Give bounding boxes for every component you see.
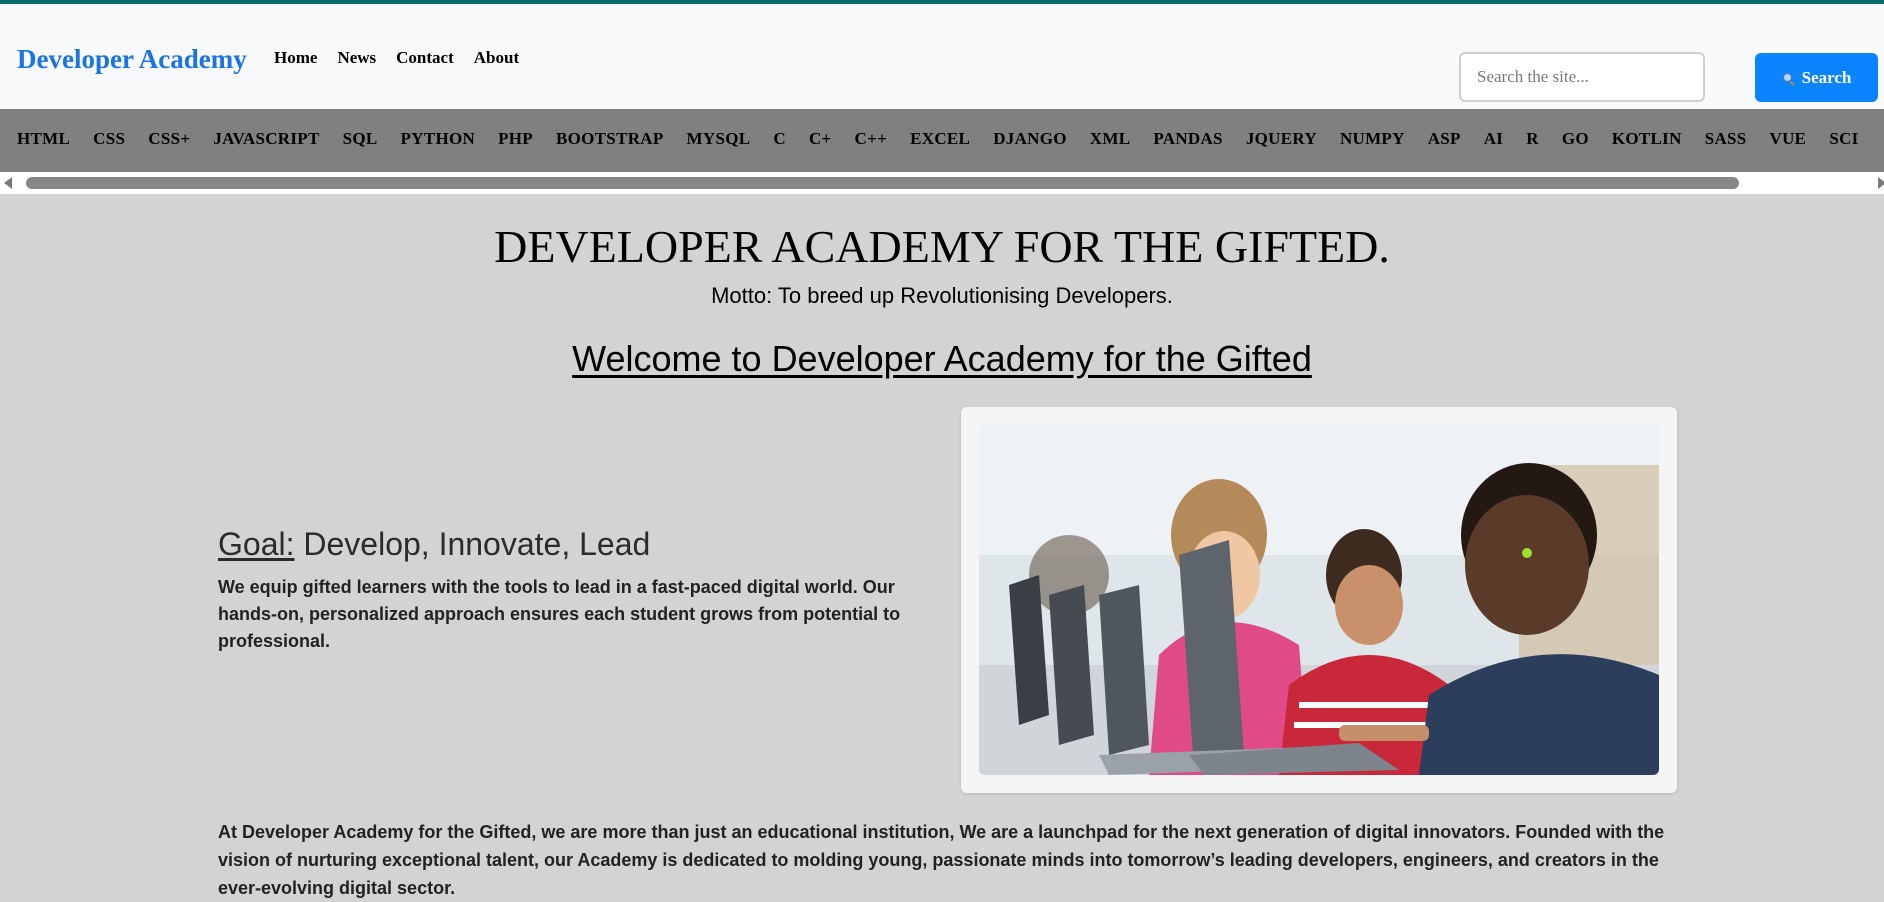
category-link-kotlin[interactable]: KOTLIN bbox=[1612, 129, 1682, 149]
category-link-ai[interactable]: AI bbox=[1484, 129, 1504, 149]
category-link-jquery[interactable]: JQUERY bbox=[1246, 129, 1317, 149]
horizontal-scrollbar[interactable] bbox=[0, 172, 1884, 194]
category-link-go[interactable]: GO bbox=[1562, 129, 1589, 149]
welcome-heading: Welcome to Developer Academy for the Gif… bbox=[572, 338, 1312, 379]
category-link-sci[interactable]: SCI bbox=[1829, 129, 1858, 149]
category-link-sass[interactable]: SASS bbox=[1705, 129, 1747, 149]
nav-contact-link[interactable]: Contact bbox=[396, 48, 454, 68]
goal-description: We equip gifted learners with the tools … bbox=[218, 577, 901, 651]
category-nav-bar: HTML CSS CSS+ JAVASCRIPT SQL PYTHON PHP BOOTSTR… bbox=[0, 109, 1884, 172]
category-link-numpy[interactable]: NUMPY bbox=[1340, 129, 1405, 149]
photo-card bbox=[961, 407, 1677, 793]
classroom-illustration bbox=[979, 425, 1659, 775]
search-button-label: Search bbox=[1801, 67, 1852, 87]
category-link-html[interactable]: HTML bbox=[17, 129, 70, 149]
search-input[interactable] bbox=[1459, 52, 1705, 102]
category-link-pandas[interactable]: PANDAS bbox=[1153, 129, 1223, 149]
magnifying-glass-icon bbox=[1781, 71, 1794, 84]
search-button[interactable]: Search bbox=[1755, 53, 1878, 102]
category-link-javascript[interactable]: JAVASCRIPT bbox=[213, 129, 319, 149]
category-link-cplusplus[interactable]: C++ bbox=[855, 129, 888, 149]
scroll-right-arrow-icon[interactable] bbox=[1878, 177, 1884, 189]
main-nav: Home News Contact About bbox=[274, 48, 519, 68]
category-link-c[interactable]: C bbox=[773, 129, 786, 149]
category-nav-items: HTML CSS CSS+ JAVASCRIPT SQL PYTHON PHP BOOTSTR… bbox=[17, 129, 1859, 149]
scrollbar-thumb[interactable] bbox=[26, 177, 1739, 189]
goal-label: Goal: bbox=[218, 526, 295, 562]
category-link-bootstrap[interactable]: BOOTSTRAP bbox=[556, 129, 664, 149]
brand-logo-link[interactable]: Developer Academy bbox=[17, 44, 247, 75]
category-link-asp[interactable]: ASP bbox=[1428, 129, 1461, 149]
category-link-excel[interactable]: EXCEL bbox=[910, 129, 970, 149]
category-link-r[interactable]: R bbox=[1526, 129, 1539, 149]
goal-headline: Develop, Innovate, Lead bbox=[294, 526, 651, 562]
scroll-left-arrow-icon[interactable] bbox=[4, 177, 12, 189]
category-link-xml[interactable]: XML bbox=[1090, 129, 1131, 149]
category-link-css[interactable]: CSS bbox=[93, 129, 125, 149]
category-link-mysql[interactable]: MYSQL bbox=[687, 129, 751, 149]
category-link-django[interactable]: DJANGO bbox=[993, 129, 1067, 149]
category-link-vue[interactable]: VUE bbox=[1770, 129, 1807, 149]
goal-heading: Goal: Develop, Innovate, Lead bbox=[218, 526, 650, 563]
category-link-cssplus[interactable]: CSS+ bbox=[148, 129, 190, 149]
students-at-laptops-image bbox=[979, 425, 1659, 775]
intro-paragraph: At Developer Academy for the Gifted, we … bbox=[218, 822, 1665, 898]
nav-home-link[interactable]: Home bbox=[274, 48, 317, 68]
site-header: Developer Academy Home News Contact Abou… bbox=[0, 4, 1884, 109]
category-link-cplus[interactable]: C+ bbox=[809, 129, 832, 149]
nav-news-link[interactable]: News bbox=[337, 48, 376, 68]
nav-about-link[interactable]: About bbox=[474, 48, 519, 68]
page-title: DEVELOPER ACADEMY FOR THE GIFTED. bbox=[494, 221, 1390, 272]
category-link-php[interactable]: PHP bbox=[498, 129, 533, 149]
motto-text: Motto: To breed up Revolutionising Devel… bbox=[711, 283, 1173, 308]
category-link-python[interactable]: PYTHON bbox=[401, 129, 476, 149]
category-link-sql[interactable]: SQL bbox=[343, 129, 378, 149]
